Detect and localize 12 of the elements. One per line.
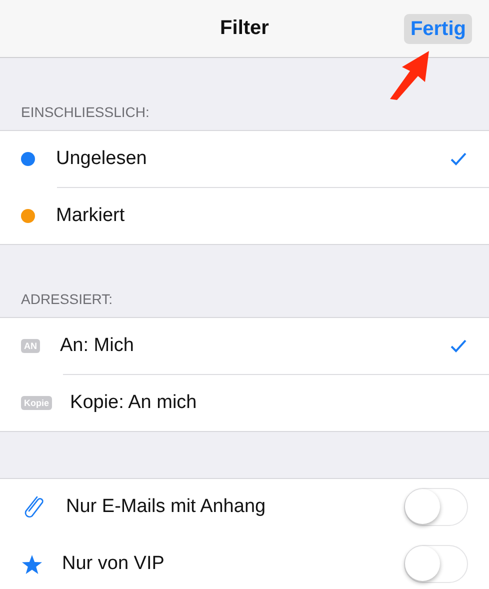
filter-label[interactable]: Ungelesen	[56, 148, 450, 170]
nav-title: Filter	[220, 17, 269, 40]
filter-label[interactable]: Kopie: An mich	[70, 392, 450, 414]
filter-label[interactable]: Nur von VIP	[62, 553, 404, 575]
filter-label[interactable]: Markiert	[56, 205, 450, 227]
star-icon	[21, 554, 43, 574]
section-header: EINSCHLIESSLICH:	[21, 104, 150, 120]
toggle-switch[interactable]	[404, 488, 468, 526]
toggle-switch[interactable]	[404, 545, 468, 583]
filter-label[interactable]: Nur E-Mails mit Anhang	[66, 496, 404, 518]
section-header: ADRESSIERT:	[21, 291, 113, 307]
filter-label[interactable]: An: Mich	[60, 335, 450, 357]
